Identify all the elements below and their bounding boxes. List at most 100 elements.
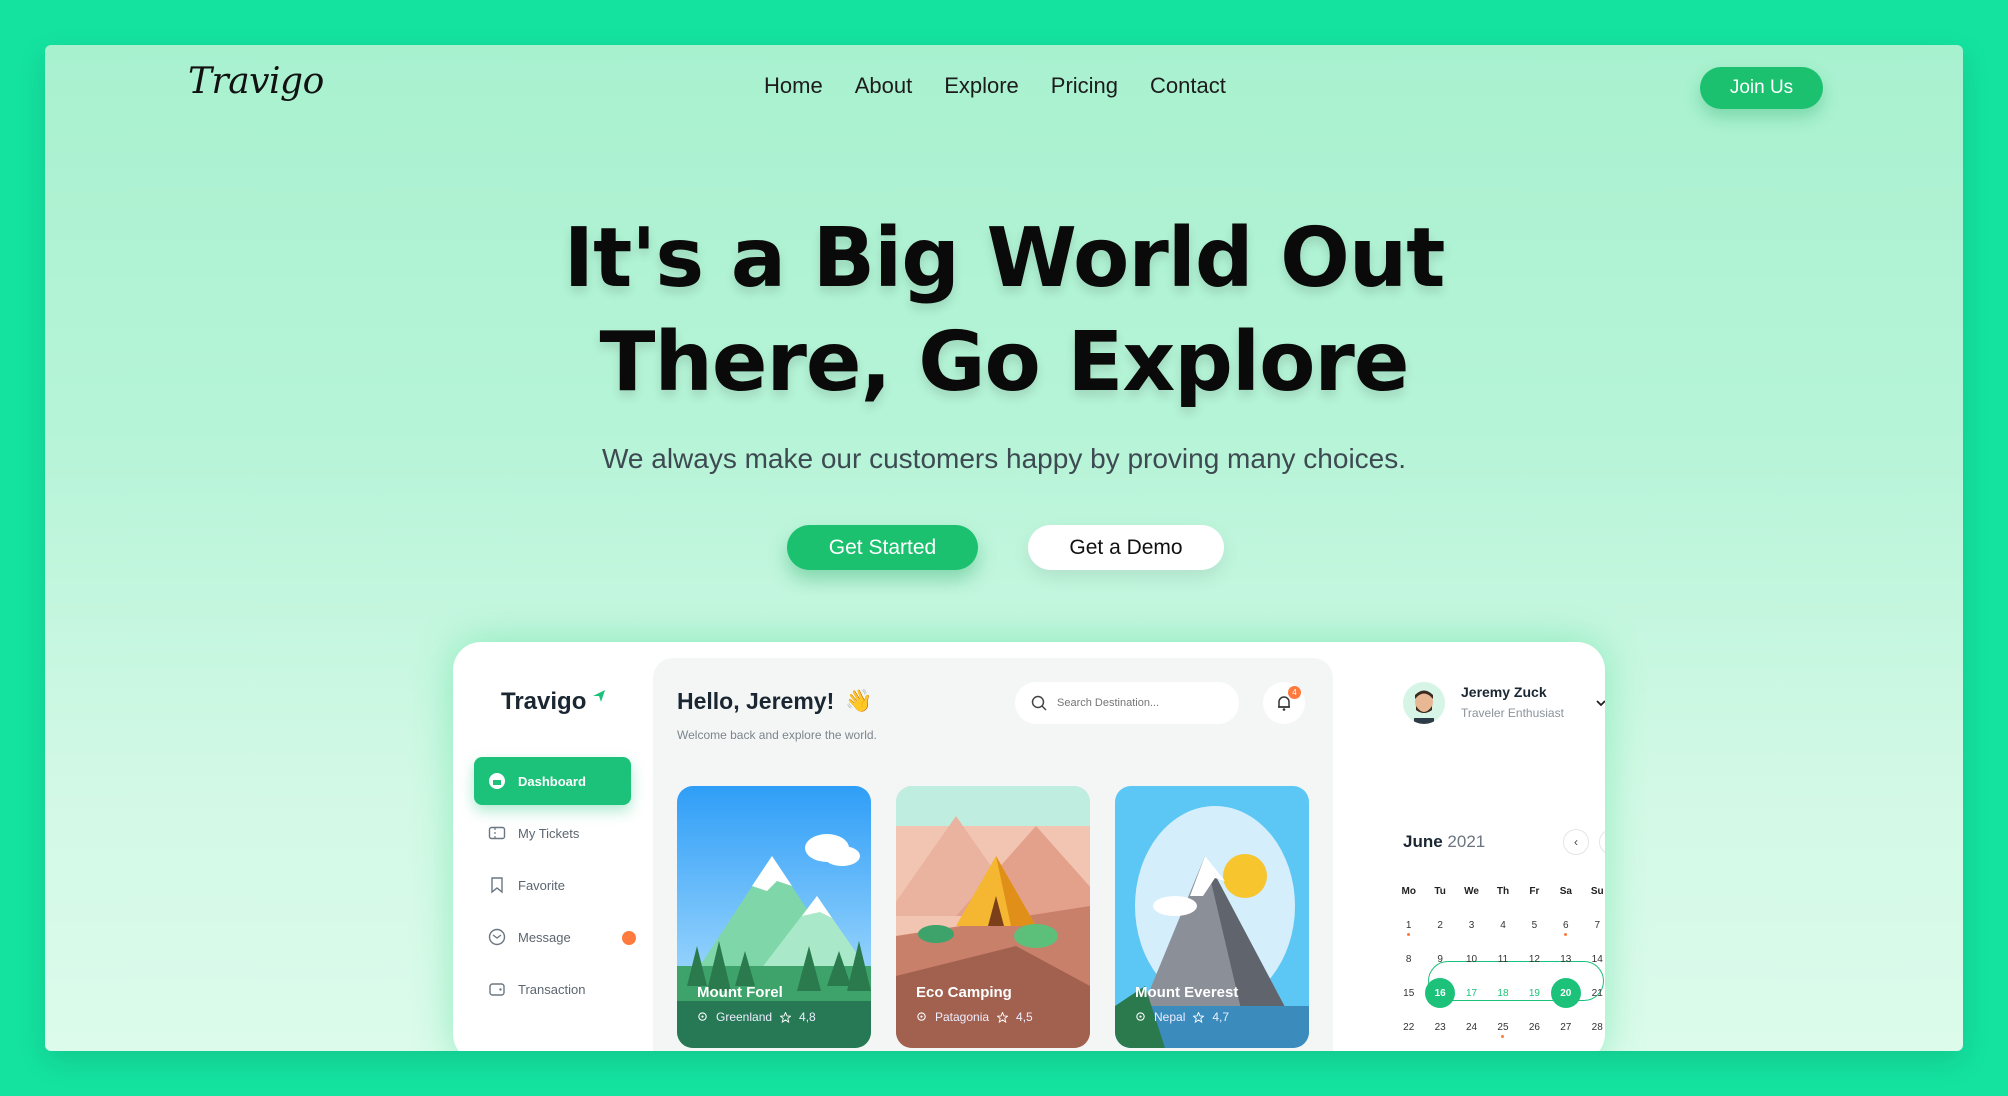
nav-home[interactable]: Home (764, 73, 823, 99)
sidebar-item-label: Message (518, 929, 571, 945)
calendar-day[interactable]: 17 (1456, 988, 1487, 999)
calendar-day[interactable]: 20 (1550, 978, 1581, 1008)
weekday-label: Tu (1434, 885, 1446, 897)
dashboard-main-panel: Hello, Jeremy! 👋 Welcome back and explor… (653, 658, 1333, 1051)
calendar-week-row: 15 16 17 18 19 20 21 (1393, 976, 1605, 1010)
user-avatar-icon (1403, 682, 1445, 724)
calendar-day[interactable]: 1 (1393, 920, 1424, 936)
star-icon (997, 1011, 1009, 1023)
calendar-day[interactable]: 26 (1519, 1022, 1550, 1033)
sidebar-item-dashboard[interactable]: Dashboard (474, 757, 631, 805)
nav-pricing[interactable]: Pricing (1051, 73, 1118, 99)
nav-about[interactable]: About (855, 73, 913, 99)
calendar-next-button[interactable]: › (1599, 829, 1605, 855)
weekday-label: We (1464, 885, 1479, 897)
dashboard-preview: Travigo Dashboard My Tickets Favorite Me… (453, 642, 1605, 1051)
calendar-day-number: 6 (1563, 919, 1569, 931)
leaf-icon (593, 690, 605, 702)
calendar-year: 2021 (1447, 832, 1486, 851)
sidebar-item-message[interactable]: Message (474, 913, 636, 961)
calendar-day[interactable]: 16 (1424, 978, 1456, 1008)
calendar-day[interactable]: 5 (1519, 920, 1550, 931)
calendar-day[interactable]: 8 (1393, 954, 1424, 965)
calendar-day[interactable]: 23 (1424, 1022, 1455, 1033)
hero-subtitle: We always make our customers happy by pr… (601, 443, 1407, 474)
hero-title: It's a Big World Out There, Go Explore (45, 207, 1963, 415)
calendar-day-number: 15 (1403, 987, 1415, 999)
sidebar-item-label: Dashboard (518, 773, 586, 789)
destination-card-eco-camping[interactable]: Eco Camping Patagonia 4,5 (896, 786, 1090, 1048)
calendar-day[interactable]: 19 (1519, 988, 1550, 999)
card-rating: 4,5 (1016, 1010, 1033, 1024)
nav-explore[interactable]: Explore (944, 73, 1019, 99)
chevron-down-icon[interactable] (1595, 697, 1605, 709)
calendar-day[interactable]: 6 (1550, 919, 1581, 936)
get-demo-button[interactable]: Get a Demo (1028, 525, 1224, 570)
calendar-day-number: 28 (1591, 1021, 1603, 1033)
sidebar-item-transaction[interactable]: Transaction (474, 965, 631, 1013)
calendar-day[interactable]: 14 (1582, 954, 1605, 965)
calendar-day[interactable]: 18 (1487, 988, 1518, 999)
destination-card-mount-everest[interactable]: Mount Everest Nepal 4,7 (1115, 786, 1309, 1048)
calendar-day-number: 20 (1550, 978, 1581, 1008)
main-nav: Home About Explore Pricing Contact (764, 73, 1226, 99)
calendar-day[interactable]: 7 (1582, 920, 1605, 931)
calendar-day[interactable]: 3 (1456, 920, 1487, 931)
get-started-button[interactable]: Get Started (787, 525, 978, 570)
calendar-day-number: 13 (1560, 953, 1572, 965)
calendar-day[interactable]: 25 (1487, 1021, 1518, 1038)
calendar-day[interactable]: 10 (1456, 954, 1487, 965)
calendar-day[interactable]: 11 (1487, 954, 1518, 965)
sidebar-item-my-tickets[interactable]: My Tickets (474, 809, 631, 857)
card-meta: Patagonia 4,5 (916, 1010, 1033, 1024)
calendar-day-number: 25 (1497, 1021, 1509, 1033)
calendar-day[interactable]: 28 (1582, 1022, 1605, 1033)
sidebar-item-label: My Tickets (518, 825, 580, 841)
calendar-day[interactable]: 12 (1519, 954, 1550, 965)
calendar-day[interactable]: 22 (1393, 1022, 1424, 1033)
calendar-day-number: 19 (1528, 987, 1540, 999)
join-us-button[interactable]: Join Us (1700, 67, 1823, 109)
calendar-day[interactable]: 2 (1424, 920, 1455, 931)
calendar-day-number: 7 (1594, 919, 1601, 931)
sidebar-item-favorite[interactable]: Favorite (474, 861, 631, 909)
user-name: Jeremy Zuck (1461, 684, 1547, 700)
brand-logo[interactable]: Travigo (188, 61, 324, 102)
calendar-day-number: 16 (1425, 978, 1456, 1008)
card-location: Patagonia (935, 1010, 990, 1024)
calendar-day[interactable]: 21 (1582, 988, 1605, 999)
calendar-day-number: 11 (1497, 953, 1509, 965)
card-rating: 4,7 (1212, 1010, 1230, 1024)
mountain-landscape-icon (677, 786, 871, 1048)
sidebar-item-label: Favorite (518, 877, 565, 893)
calendar-day-number: 12 (1528, 953, 1540, 965)
calendar-day-number: 2 (1437, 919, 1443, 931)
search-input[interactable] (1057, 697, 1217, 709)
wallet-icon (489, 983, 505, 996)
weekday-label: Fr (1529, 885, 1540, 897)
hero-title-line-2: There, Go Explore (599, 315, 1410, 410)
calendar-day[interactable]: 9 (1424, 954, 1455, 965)
greeting-title: Hello, Jeremy! (677, 688, 835, 714)
calendar-day[interactable]: 27 (1550, 1022, 1581, 1033)
calendar-day-number: 24 (1465, 1021, 1478, 1033)
calendar-day-number: 8 (1405, 953, 1412, 965)
calendar-day[interactable]: 13 (1550, 954, 1581, 965)
card-rating: 4,8 (799, 1010, 816, 1024)
weekday-label: Th (1496, 885, 1510, 897)
dashboard-logo: Travigo (501, 688, 587, 715)
nav-contact[interactable]: Contact (1150, 73, 1226, 99)
calendar-day[interactable]: 4 (1487, 920, 1518, 931)
weekday-label: Sa (1559, 885, 1572, 897)
calendar-day[interactable]: 24 (1456, 1022, 1487, 1033)
calendar-day[interactable]: 15 (1393, 988, 1424, 999)
calendar-prev-button[interactable]: ‹ (1563, 829, 1589, 855)
avatar[interactable] (1403, 682, 1445, 724)
destination-card-mount-forel[interactable]: Mount Forel Greenland 4,8 (677, 786, 871, 1048)
message-icon (488, 928, 506, 946)
calendar-day-number: 4 (1500, 919, 1506, 931)
notification-button[interactable]: 4 (1263, 682, 1305, 724)
calendar-day-number: 9 (1437, 953, 1443, 965)
calendar-weeks: 1 2 3 4 5 6 7 8 9 10 11 12 13 14 15 16 17 18 19 20 21 22 23 24 2… (1393, 908, 1605, 1051)
snow-mountain-icon (1115, 786, 1309, 1048)
